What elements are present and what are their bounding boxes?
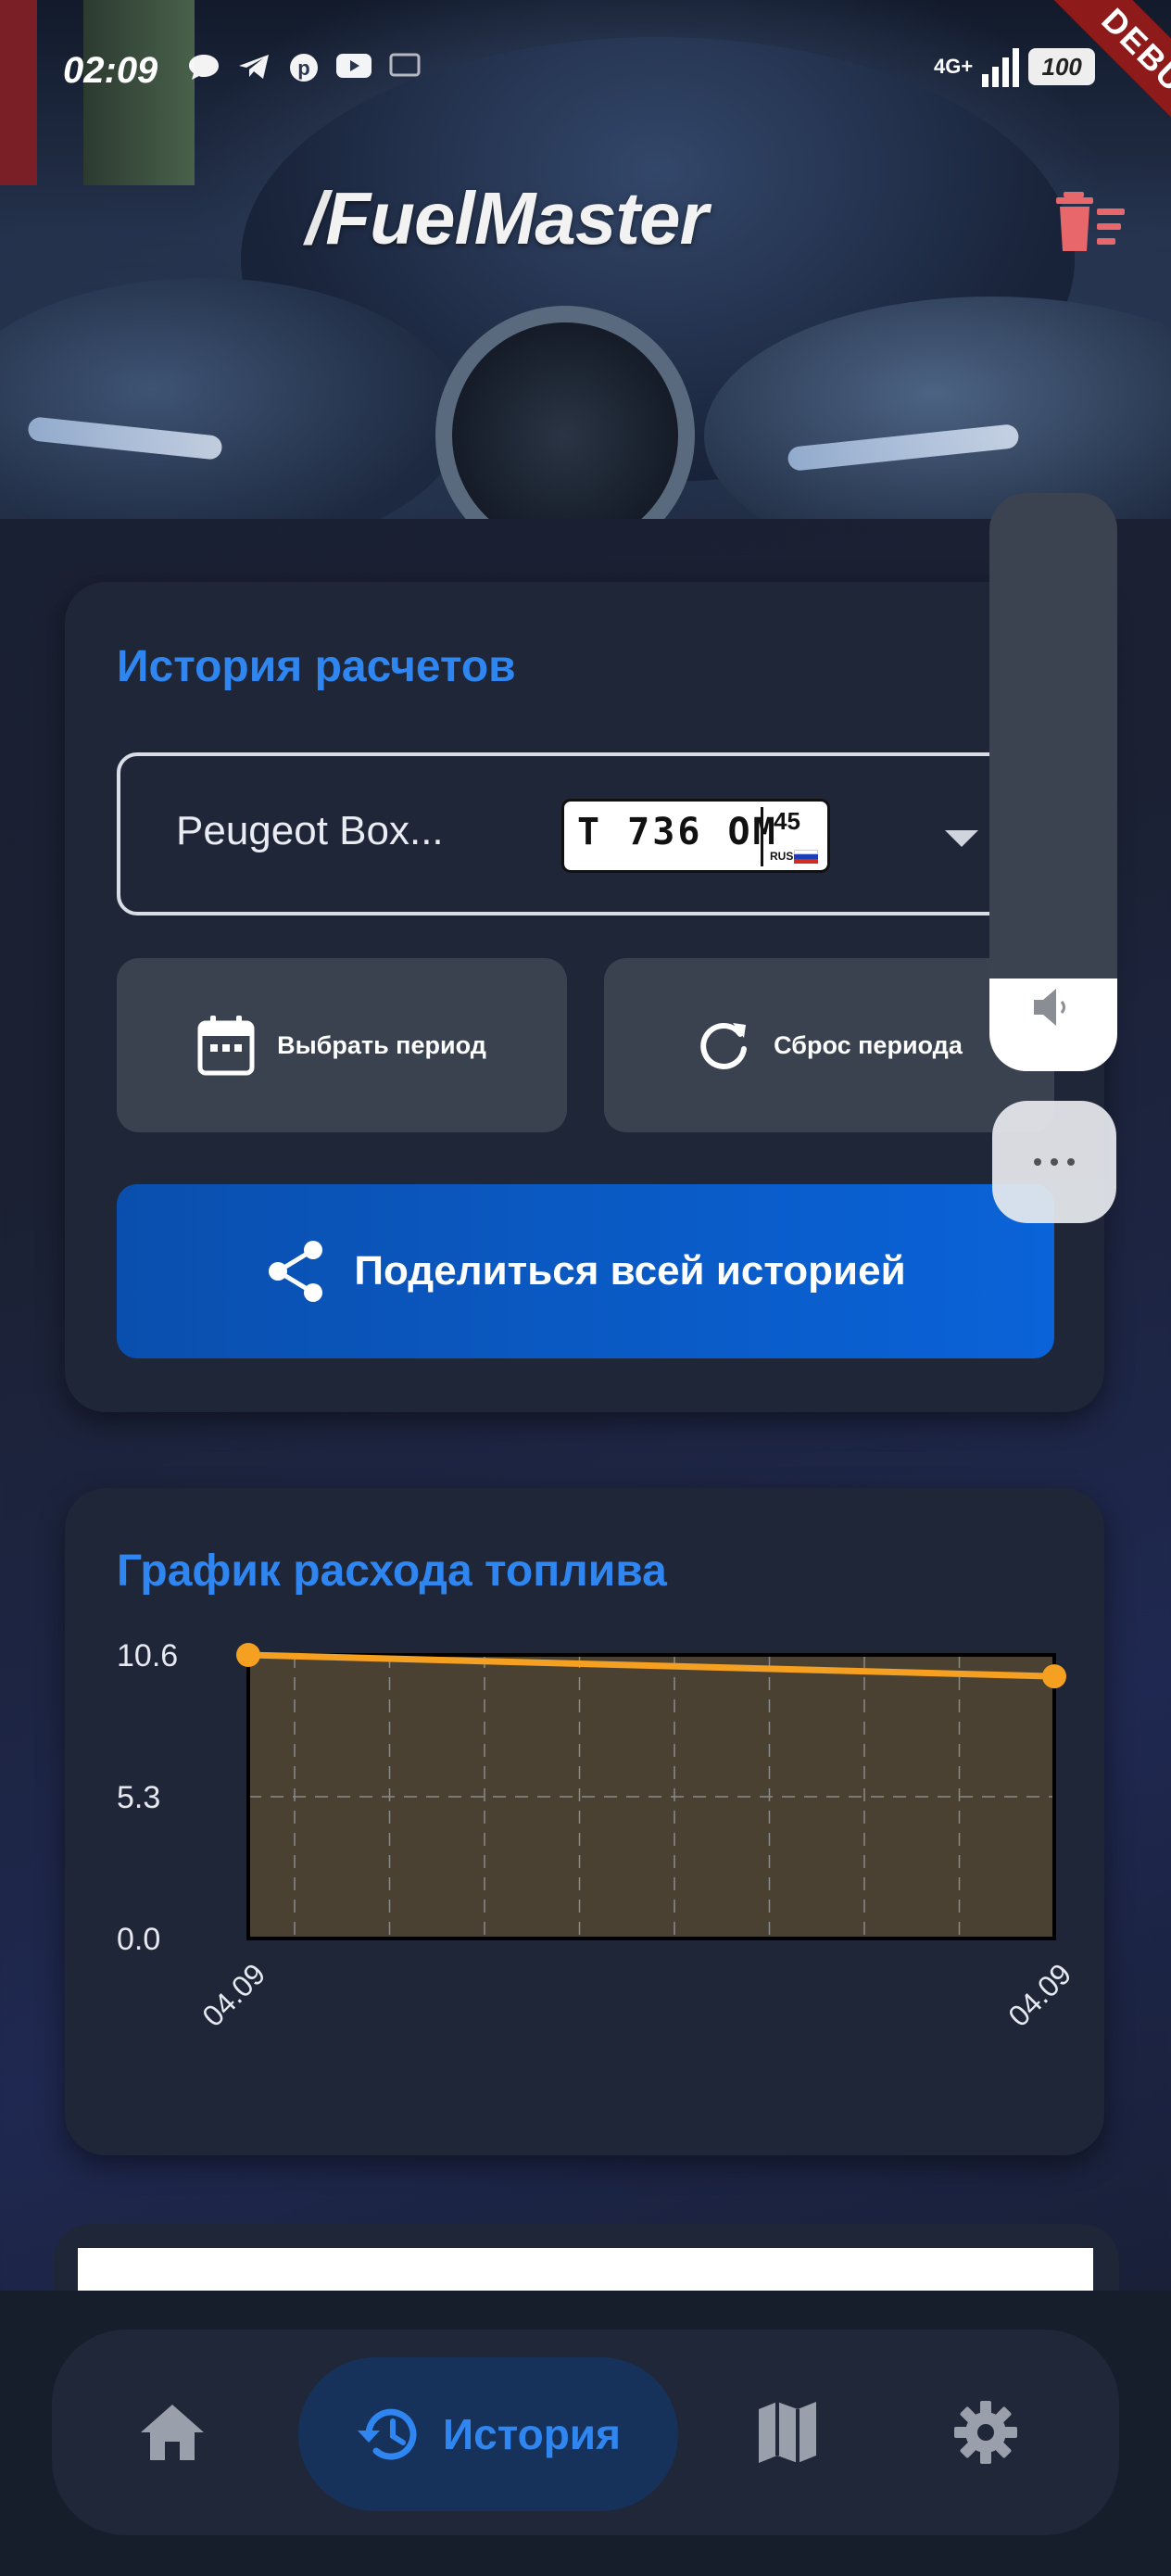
network-type: 4G+ [934,55,974,78]
vehicle-dropdown[interactable]: Peugeot Box... Т 736 ОМ 45 RUS [117,752,1067,915]
home-icon [141,2405,204,2460]
x-tick-label: 04.09 [195,1957,271,2033]
bottom-navigation: История [52,2330,1119,2535]
russia-flag-icon [794,850,818,864]
svg-text:p: p [297,57,309,80]
nav-history-label: История [443,2410,621,2458]
reset-period-label: Сброс периода [774,1030,963,1059]
fuel-consumption-chart: 0.0 5.3 10.6 04.09 04.09 [117,1638,1077,2033]
youtube-icon [335,52,372,83]
trash-list-icon [1056,192,1125,251]
chevron-down-icon [945,830,978,847]
share-all-history-button[interactable]: Поделиться всей историей [117,1184,1054,1358]
history-title: История расчетов [117,642,516,691]
history-entry [78,2248,1093,2291]
gear-icon [954,2401,1017,2464]
nav-history[interactable]: История [298,2357,678,2511]
plate-divider [761,807,763,866]
refresh-icon [700,1023,748,1069]
select-period-label: Выбрать период [277,1030,486,1059]
volume-slider[interactable] [989,493,1117,1071]
x-tick-label: 04.09 [1001,1957,1077,2033]
pinterest-icon: p [285,52,322,83]
status-bar: 02:09 p 4G+ 100 [0,0,1171,139]
history-card: История расчетов Peugeot Box... Т 736 ОМ… [65,582,1104,1412]
more-dots-icon [1034,1158,1041,1166]
chart-title: График расхода топлива [117,1547,667,1596]
volume-more-button[interactable] [992,1101,1116,1223]
app-logo: /FuelMaster [306,177,709,259]
y-tick-label: 10.6 [117,1638,178,1673]
license-plate: Т 736 ОМ 45 RUS [561,799,830,873]
nav-map[interactable] [723,2330,852,2535]
clear-history-button[interactable] [1054,190,1128,255]
history-icon [358,2408,417,2460]
vehicle-name: Peugeot Box... [176,808,444,853]
map-icon [759,2402,816,2463]
share-all-history-label: Поделиться всей историей [354,1248,906,1294]
fuel-chart-card: График расхода топлива 0.0 5.3 10.6 04.09 04… [65,1488,1104,2155]
system-status: 4G+ 100 [934,46,1096,87]
nav-home[interactable] [107,2330,237,2535]
y-tick-label: 0.0 [117,1922,160,1957]
notification-icons: p [185,52,422,83]
data-point [1042,1664,1066,1689]
reset-period-button[interactable]: Сброс периода [604,958,1054,1132]
data-point [236,1643,260,1667]
share-icon [269,1241,323,1302]
telegram-icon [235,52,272,83]
battery-indicator: 100 [1028,48,1096,85]
select-period-button[interactable]: Выбрать период [117,958,567,1132]
plate-country: RUS [770,850,794,863]
status-time: 02:09 [63,50,158,91]
y-tick-label: 5.3 [117,1780,160,1815]
speaker-icon [1034,989,1065,1026]
nav-settings[interactable] [921,2330,1051,2535]
signal-icon [982,46,1020,87]
cast-icon [385,52,422,83]
logo-mark-icon: / [306,177,326,259]
plate-number: Т 736 ОМ [577,811,778,853]
plate-region: 45 [774,807,800,835]
calendar-icon [197,1016,255,1076]
chat-icon [185,52,222,83]
